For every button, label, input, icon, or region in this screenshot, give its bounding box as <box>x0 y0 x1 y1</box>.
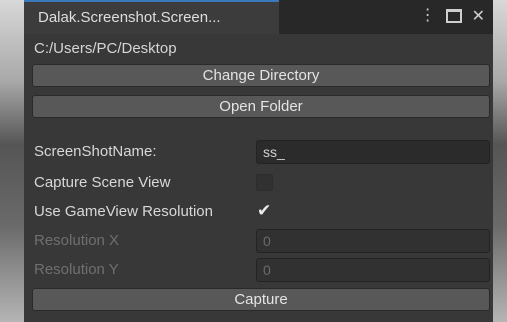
window-tab-title: Dalak.Screenshot.Screen... <box>38 9 221 26</box>
screenshot-name-row: ScreenShotName: ss_ <box>34 140 490 164</box>
capture-scene-view-label: Capture Scene View <box>34 174 171 191</box>
resolution-y-input[interactable]: 0 <box>256 258 490 282</box>
resolution-x-label: Resolution X <box>34 232 120 249</box>
window-tab[interactable]: Dalak.Screenshot.Screen... <box>24 0 279 34</box>
change-directory-button[interactable]: Change Directory <box>32 64 490 87</box>
resolution-y-row: Resolution Y 0 <box>34 258 490 282</box>
scene-background-left <box>0 0 24 322</box>
use-gameview-resolution-label: Use GameView Resolution <box>34 203 213 220</box>
directory-path: C:/Users/PC/Desktop <box>34 40 177 57</box>
resolution-y-label: Resolution Y <box>34 261 119 278</box>
resolution-x-input[interactable]: 0 <box>256 229 490 253</box>
window-titlebar: Dalak.Screenshot.Screen... ⋮ ✕ <box>24 0 493 34</box>
capture-button[interactable]: Capture <box>32 288 490 311</box>
open-folder-button[interactable]: Open Folder <box>32 95 490 118</box>
capture-scene-view-row: Capture Scene View <box>34 171 490 195</box>
screenshot-name-input[interactable]: ss_ <box>256 140 490 164</box>
maximize-icon[interactable] <box>445 9 462 23</box>
window-controls: ⋮ ✕ <box>420 6 485 26</box>
close-icon[interactable]: ✕ <box>472 6 485 26</box>
editor-window: Dalak.Screenshot.Screen... ⋮ ✕ C:/Users/… <box>24 0 493 322</box>
more-options-icon[interactable]: ⋮ <box>420 8 436 24</box>
checkmark-icon: ✔ <box>257 201 272 220</box>
resolution-x-row: Resolution X 0 <box>34 229 490 253</box>
use-gameview-resolution-checkbox[interactable]: ✔ <box>256 201 273 220</box>
capture-scene-view-checkbox[interactable] <box>256 174 273 191</box>
screenshot-name-label: ScreenShotName: <box>34 143 157 160</box>
use-gameview-resolution-row: Use GameView Resolution ✔ <box>34 200 490 224</box>
scene-background-right <box>493 0 507 322</box>
